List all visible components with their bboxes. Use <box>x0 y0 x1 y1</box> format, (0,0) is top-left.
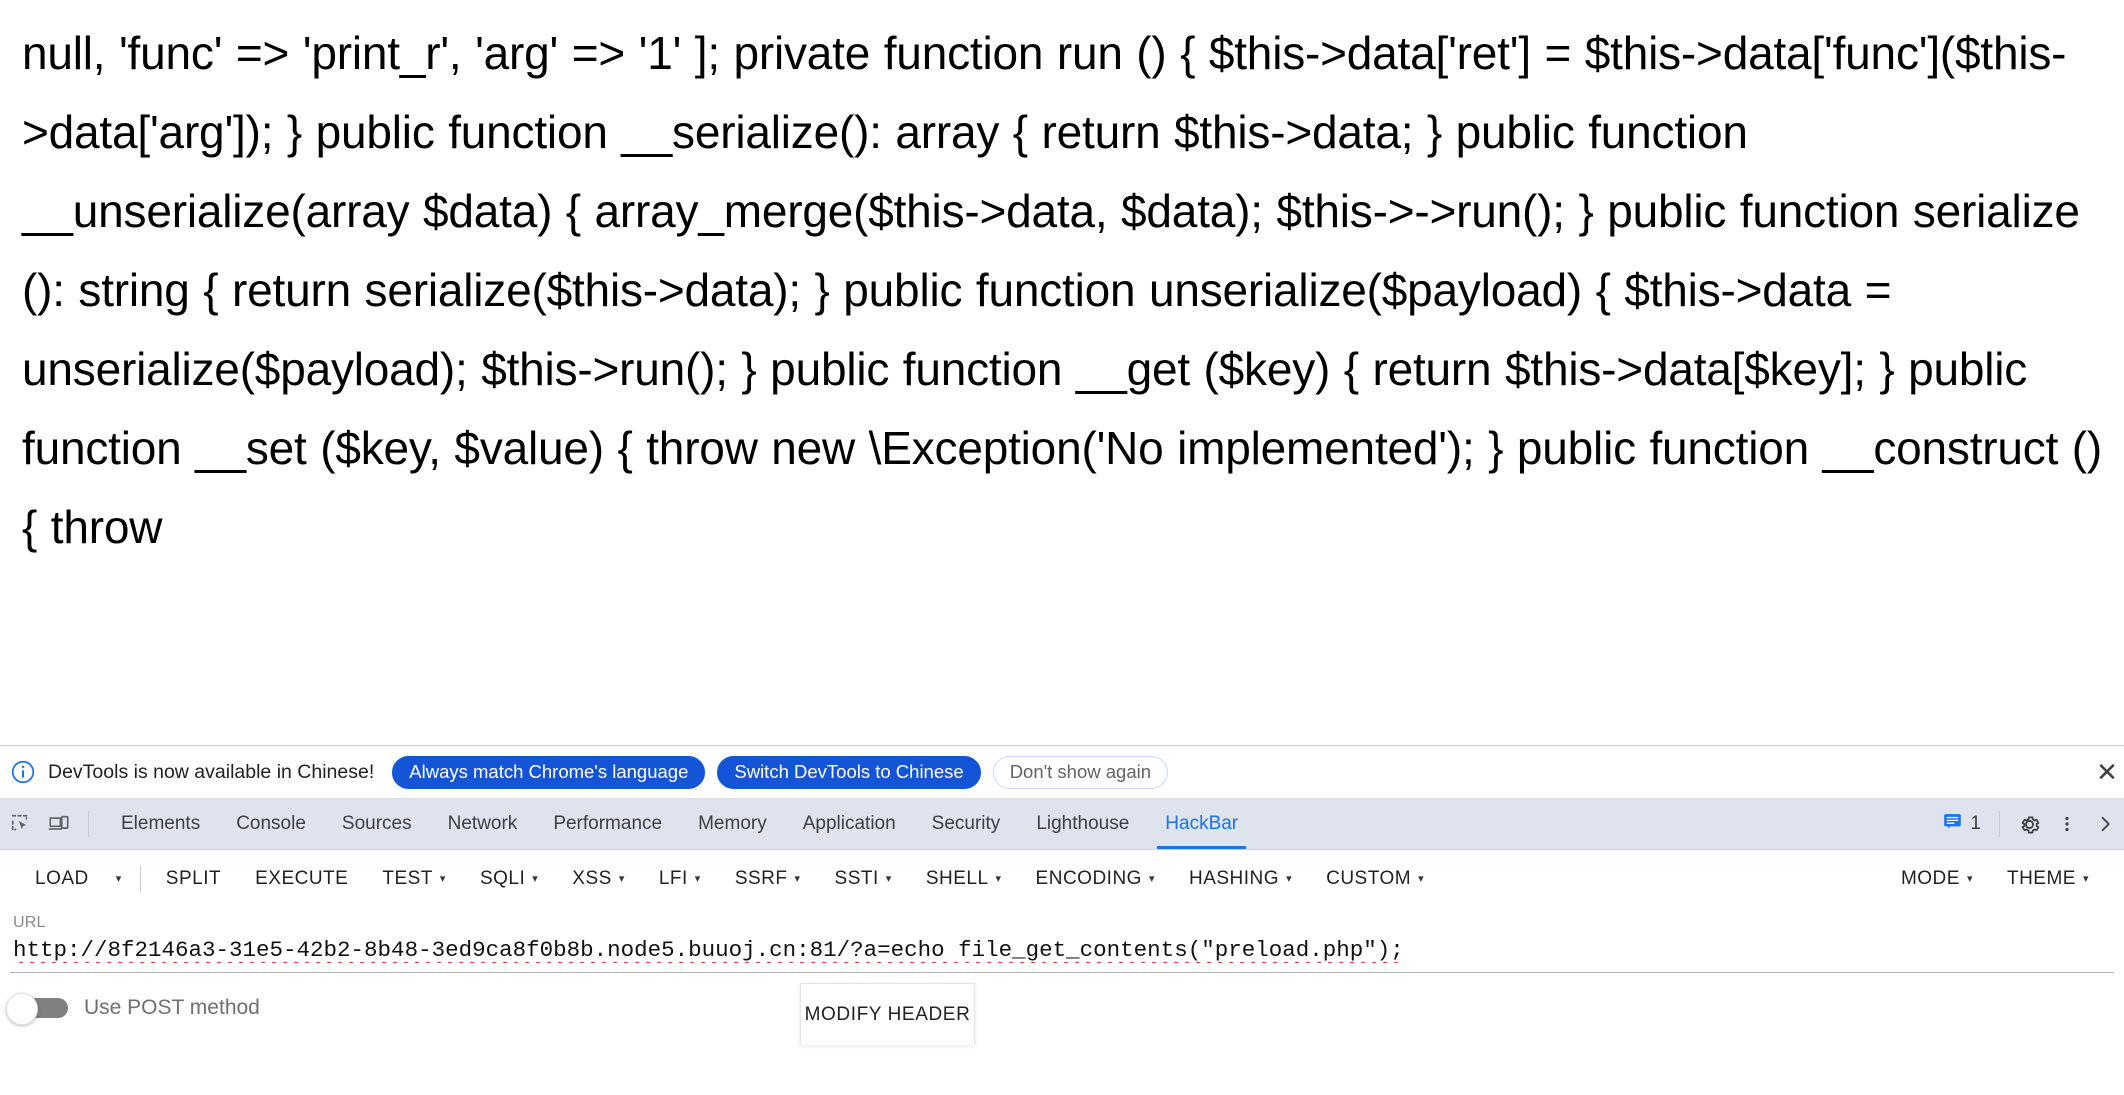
hackbar-menu-load-dropdown[interactable]: ▾ <box>106 859 132 899</box>
devtools-tabstrip: Elements Console Sources Network Perform… <box>0 799 2124 850</box>
chevron-down-icon: ▾ <box>1966 872 1973 885</box>
url-field-label: URL <box>13 914 46 931</box>
hackbar-menu-split-label: SPLIT <box>165 868 222 889</box>
chevron-down-icon: ▾ <box>694 872 701 885</box>
tab-hackbar[interactable]: HackBar <box>1147 799 1256 849</box>
chevron-down-icon: ▾ <box>794 872 801 885</box>
url-input-wrapper[interactable]: http://8f2146a3-31e5-42b2-8b48-3ed9ca8f0… <box>10 937 2114 973</box>
hackbar-menu-load-label: LOAD <box>35 868 89 889</box>
hackbar-menu-lfi[interactable]: LFI ▾ <box>642 859 718 899</box>
hackbar-menu-custom-label: CUSTOM <box>1326 868 1412 889</box>
message-icon <box>1942 811 1963 837</box>
devtools-panel: DevTools is now available in Chinese! Al… <box>0 745 2124 1095</box>
devtools-toolbar-right: 1 <box>1936 799 2124 849</box>
dont-show-again-button[interactable]: Don't show again <box>992 755 1169 789</box>
chevron-down-icon: ▾ <box>1286 872 1293 885</box>
tab-console[interactable]: Console <box>218 799 324 849</box>
chevron-down-icon: ▾ <box>995 872 1002 885</box>
hackbar-menu-encoding[interactable]: ENCODING ▾ <box>1019 859 1172 899</box>
devtools-toolbar-left <box>0 799 103 849</box>
modify-header-button[interactable]: MODIFY HEADER <box>800 983 975 1045</box>
device-toolbar-icon[interactable] <box>42 807 76 841</box>
hackbar-menu-ssti[interactable]: SSTI ▾ <box>818 859 909 899</box>
hackbar-menu-execute-label: EXECUTE <box>255 868 349 889</box>
tab-security[interactable]: Security <box>914 799 1019 849</box>
hackbar-menu-test-label: TEST <box>382 868 433 889</box>
chevron-down-icon: ▾ <box>1418 872 1425 885</box>
tab-application[interactable]: Application <box>785 799 914 849</box>
toolbar-divider <box>88 811 89 837</box>
tab-performance[interactable]: Performance <box>535 799 680 849</box>
chevron-down-icon: ▾ <box>115 872 122 885</box>
hackbar-menu-xss-label: XSS <box>572 868 612 889</box>
hackbar-menu-theme-label: THEME <box>2006 868 2076 889</box>
hackbar-url-row: URL http://8f2146a3-31e5-42b2-8b48-3ed9c… <box>0 908 2124 973</box>
hackbar-menu-ssrf[interactable]: SSRF ▾ <box>718 859 818 899</box>
toolbar-divider-right <box>1999 811 2000 837</box>
chevron-down-icon: ▾ <box>618 872 625 885</box>
hackbar-menu-ssrf-label: SSRF <box>734 868 788 889</box>
hackbar-menu-encoding-label: ENCODING <box>1035 868 1142 889</box>
infobar-message: DevTools is now available in Chinese! <box>48 760 375 783</box>
hackbar-options-row: Use POST method MODIFY HEADER <box>0 973 2124 1045</box>
chevron-down-icon: ▾ <box>1148 872 1155 885</box>
hackbar-menu-mode[interactable]: MODE ▾ <box>1884 859 1990 899</box>
use-post-method-toggle[interactable]: Use POST method <box>6 993 260 1025</box>
hackbar-menu-execute[interactable]: EXECUTE <box>238 859 365 899</box>
tab-network[interactable]: Network <box>430 799 536 849</box>
hackbar-menu-theme[interactable]: THEME ▾ <box>1990 859 2106 899</box>
chevron-down-icon: ▾ <box>532 872 539 885</box>
toggle-knob <box>6 993 38 1025</box>
inspect-element-icon[interactable] <box>4 807 38 841</box>
hackbar-menu-hashing[interactable]: HASHING ▾ <box>1172 859 1309 899</box>
hackbar-menu-ssti-label: SSTI <box>834 868 879 889</box>
hackbar-menu-custom[interactable]: CUSTOM ▾ <box>1309 859 1441 899</box>
devtools-language-infobar: DevTools is now available in Chinese! Al… <box>0 746 2124 799</box>
hackbar-menubar: LOAD ▾ SPLIT EXECUTE TEST ▾ SQLI ▾ XSS ▾… <box>0 850 2124 908</box>
message-count-button[interactable]: 1 <box>1936 811 1987 837</box>
chevron-down-icon: ▾ <box>439 872 446 885</box>
chevron-down-icon: ▾ <box>885 872 892 885</box>
devtools-tabs: Elements Console Sources Network Perform… <box>103 799 1936 849</box>
hackbar-menu-lfi-label: LFI <box>658 868 688 889</box>
hackbar-menu-hashing-label: HASHING <box>1188 868 1280 889</box>
always-match-chrome-language-button[interactable]: Always match Chrome's language <box>392 755 706 789</box>
hackbar-menu-xss[interactable]: XSS ▾ <box>555 859 642 899</box>
tab-elements[interactable]: Elements <box>103 799 218 849</box>
close-icon[interactable]: ✕ <box>2092 757 2122 787</box>
hackbar-menu-split[interactable]: SPLIT <box>149 859 238 899</box>
hackbar-menu-shell[interactable]: SHELL ▾ <box>909 859 1019 899</box>
use-post-method-label: Use POST method <box>84 996 260 1019</box>
tab-sources[interactable]: Sources <box>324 799 430 849</box>
info-circle-icon <box>10 759 36 785</box>
page-content-viewport: null, 'func' => 'print_r', 'arg' => '1' … <box>0 0 2124 745</box>
php-source-text: null, 'func' => 'print_r', 'arg' => '1' … <box>22 27 2102 553</box>
hackbar-panel: LOAD ▾ SPLIT EXECUTE TEST ▾ SQLI ▾ XSS ▾… <box>0 850 2124 1095</box>
tab-lighthouse[interactable]: Lighthouse <box>1018 799 1147 849</box>
hackbar-menu-shell-label: SHELL <box>925 868 989 889</box>
kebab-menu-icon[interactable] <box>2050 807 2084 841</box>
hackbar-menu-sqli-label: SQLI <box>479 868 526 889</box>
chevron-right-icon[interactable] <box>2088 807 2122 841</box>
hackbar-menu-mode-label: MODE <box>1900 868 1960 889</box>
chevron-down-icon: ▾ <box>2082 872 2089 885</box>
hackbar-menu-load[interactable]: LOAD <box>18 859 106 899</box>
hackbar-menu-test[interactable]: TEST ▾ <box>365 859 463 899</box>
message-count-value: 1 <box>1970 813 1981 834</box>
switch-devtools-to-chinese-button[interactable]: Switch DevTools to Chinese <box>717 755 981 789</box>
browser-window: null, 'func' => 'print_r', 'arg' => '1' … <box>0 0 2124 1095</box>
gear-icon[interactable] <box>2012 807 2046 841</box>
url-input[interactable]: http://8f2146a3-31e5-42b2-8b48-3ed9ca8f0… <box>13 937 2111 963</box>
hackbar-menu-sqli[interactable]: SQLI ▾ <box>463 859 555 899</box>
toggle-switch[interactable] <box>6 993 68 1025</box>
tab-memory[interactable]: Memory <box>680 799 785 849</box>
hackbar-menu-divider <box>139 866 141 892</box>
